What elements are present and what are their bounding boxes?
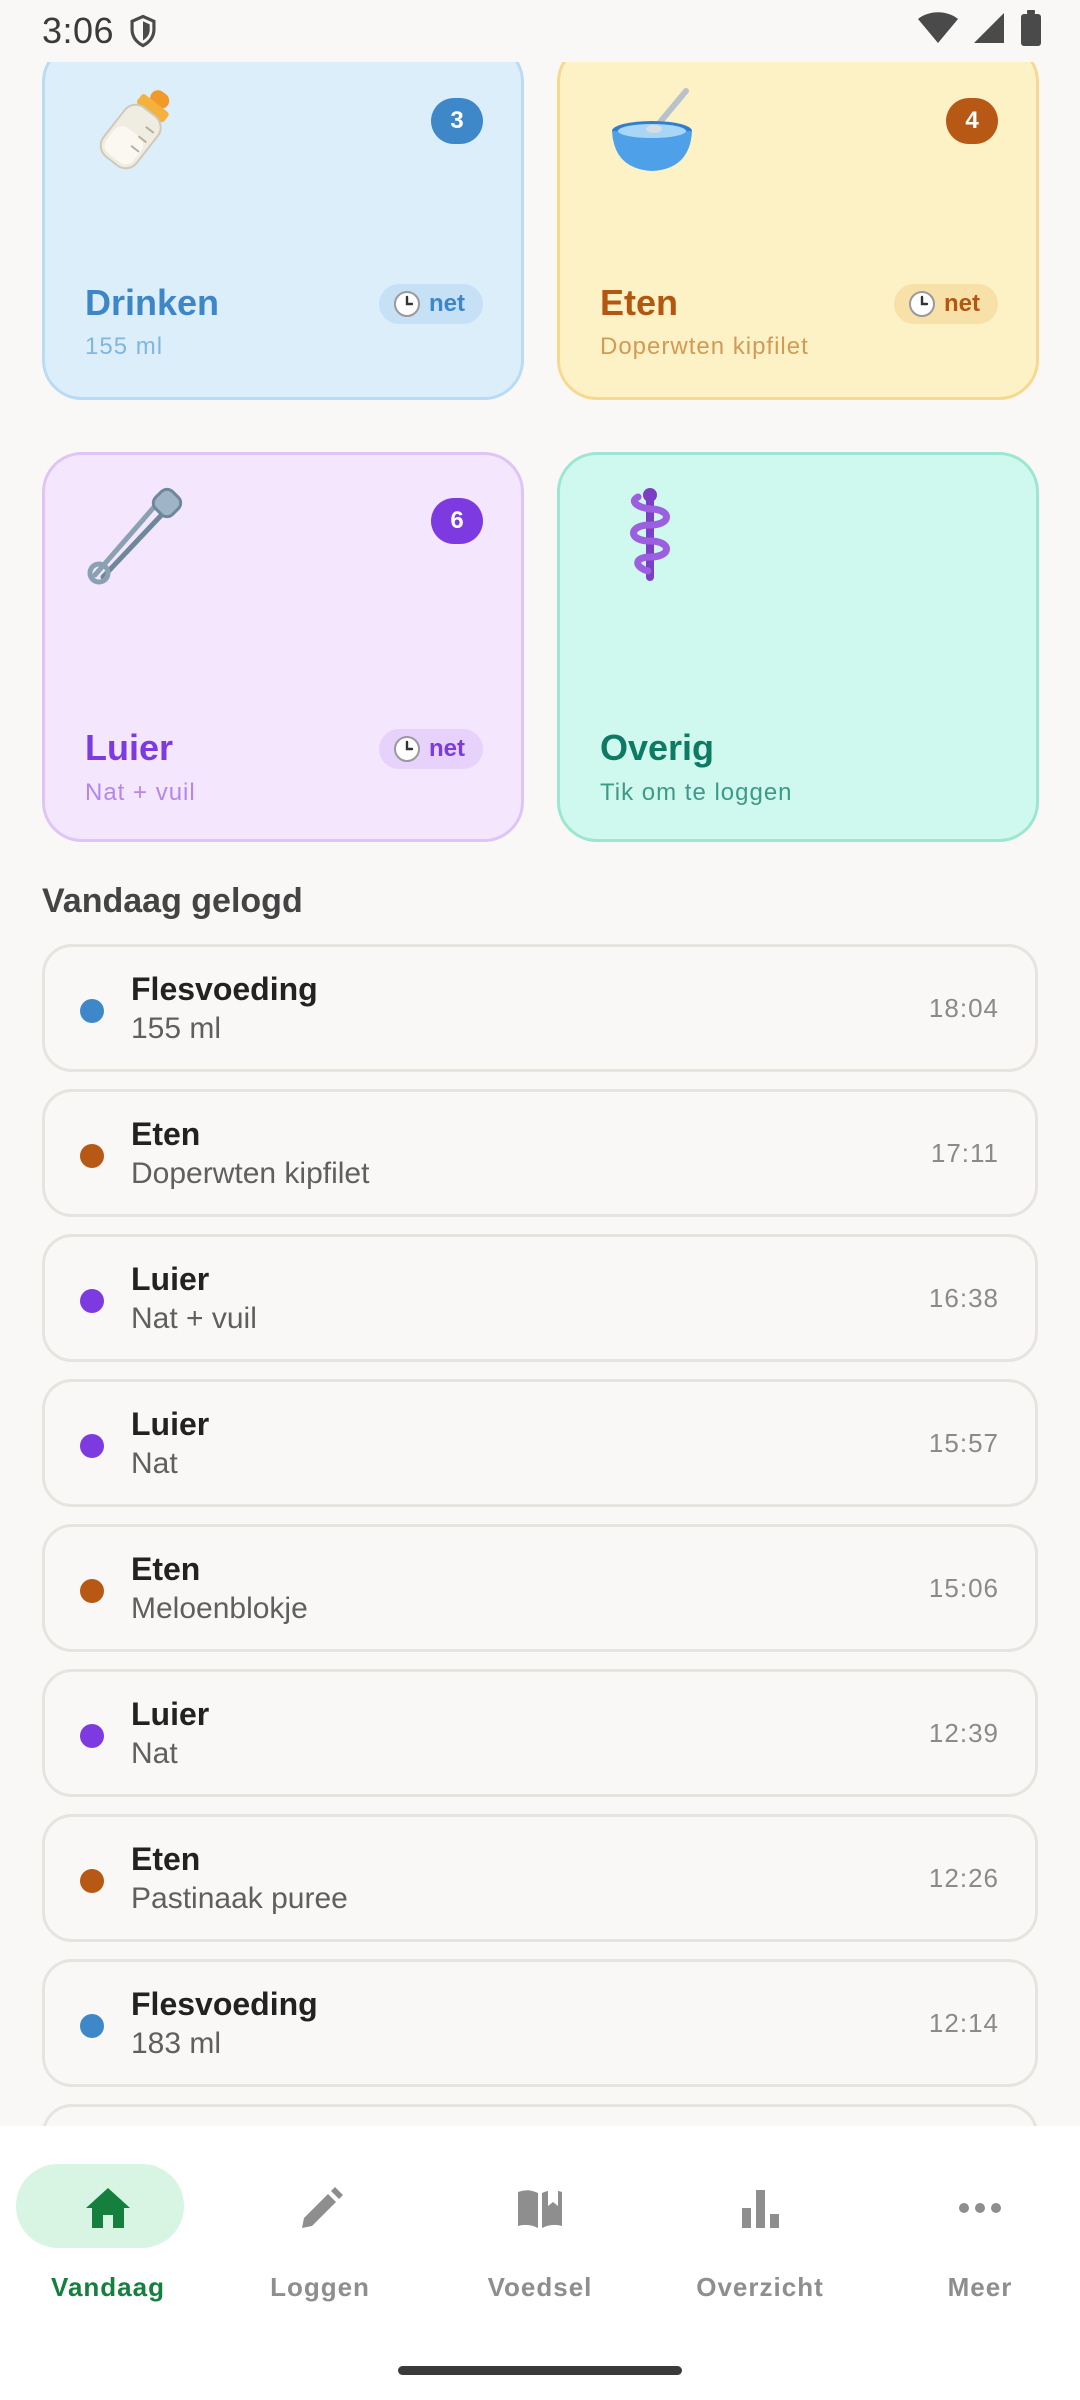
nav-loggen[interactable]: Loggen <box>212 2164 428 2304</box>
status-bar: 3:06 <box>0 0 1080 62</box>
bowl-spoon-icon <box>612 88 692 171</box>
log-item[interactable]: Flesvoeding 155 ml 18:04 <box>42 944 1038 1072</box>
last-logged-chip: net <box>894 284 998 324</box>
tile-drinken[interactable]: 3 Drinken 155 ml net <box>42 62 524 400</box>
log-name: Luier <box>131 1696 210 1732</box>
medical-staff-icon <box>630 488 670 581</box>
log-detail: 183 ml <box>131 2027 222 2060</box>
tile-title: Luier <box>85 727 174 768</box>
log-time: 15:57 <box>928 1428 999 1458</box>
log-item-partial[interactable] <box>42 2104 1038 2126</box>
log-item[interactable]: Eten Pastinaak puree 12:26 <box>42 1814 1038 1942</box>
bottom-nav: Vandaag Loggen Voedsel Overzicht Meer <box>0 2126 1080 2400</box>
more-dots-icon <box>959 2203 1001 2213</box>
log-name: Eten <box>131 1551 201 1587</box>
clock-icon <box>909 291 935 317</box>
nav-label: Voedsel <box>487 2272 593 2302</box>
count-badge: 6 <box>431 498 483 544</box>
pencil-icon <box>302 2187 343 2228</box>
log-name: Eten <box>131 1116 201 1152</box>
log-detail: Nat <box>131 1447 178 1480</box>
home-icon <box>86 2188 130 2228</box>
log-item[interactable]: Luier Nat 12:39 <box>42 1669 1038 1797</box>
status-time: 3:06 <box>42 10 115 51</box>
log-time: 16:38 <box>928 1283 999 1313</box>
category-dot <box>80 1144 104 1168</box>
log-item[interactable]: Eten Doperwten kipfilet 17:11 <box>42 1089 1038 1217</box>
signal-icon <box>974 13 1004 43</box>
log-item[interactable]: Luier Nat + vuil 16:38 <box>42 1234 1038 1362</box>
nav-label: Vandaag <box>51 2272 165 2302</box>
safety-pin-icon <box>87 487 183 585</box>
log-time: 12:26 <box>928 1863 999 1893</box>
nav-label: Loggen <box>270 2272 370 2302</box>
tile-title: Overig <box>600 727 715 768</box>
nav-vandaag[interactable]: Vandaag <box>0 2164 216 2304</box>
count-badge: 4 <box>946 98 998 144</box>
category-dot <box>80 1724 104 1748</box>
log-detail: Pastinaak puree <box>131 1882 348 1915</box>
chip-label: net <box>429 735 465 762</box>
log-list: Flesvoeding 155 ml 18:04 Eten Doperwten … <box>42 944 1038 2126</box>
clock-icon <box>394 291 420 317</box>
log-detail: Nat + vuil <box>131 1302 257 1335</box>
log-detail: 155 ml <box>131 1012 222 1045</box>
tile-subtitle: 155 ml <box>85 333 164 360</box>
log-name: Luier <box>131 1406 210 1442</box>
tile-overig[interactable]: Overig Tik om te loggen <box>557 452 1039 842</box>
tile-title: Eten <box>600 282 679 323</box>
status-icons <box>918 10 1042 46</box>
log-time: 12:14 <box>928 2008 999 2038</box>
log-item[interactable]: Flesvoeding 183 ml 12:14 <box>42 1959 1038 2087</box>
log-item[interactable]: Eten Meloenblokje 15:06 <box>42 1524 1038 1652</box>
log-time: 17:11 <box>930 1138 999 1168</box>
category-dot <box>80 1869 104 1893</box>
book-icon <box>518 2186 562 2228</box>
tile-title: Drinken <box>85 282 220 323</box>
nav-overzicht[interactable]: Overzicht <box>652 2164 868 2304</box>
chip-label: net <box>429 290 465 317</box>
log-detail: Doperwten kipfilet <box>131 1157 370 1190</box>
wifi-icon <box>918 12 958 43</box>
screen: 3:06 3 Drinken 155 ml net 4 Eten Doperwt… <box>0 0 1080 2400</box>
last-logged-chip: net <box>379 729 483 769</box>
bar-chart-icon <box>742 2190 779 2228</box>
chip-label: net <box>944 290 980 317</box>
nav-voedsel[interactable]: Voedsel <box>432 2164 648 2304</box>
log-time: 15:06 <box>928 1573 999 1603</box>
clock-icon <box>394 736 420 762</box>
tile-subtitle: Nat + vuil <box>85 779 196 806</box>
tile-subtitle: Tik om te loggen <box>600 779 793 806</box>
shield-icon <box>130 14 156 48</box>
battery-icon <box>1021 10 1041 46</box>
last-logged-chip: net <box>379 284 483 324</box>
nav-label: Overzicht <box>696 2272 824 2302</box>
category-dot <box>80 1579 104 1603</box>
category-dot <box>80 999 104 1023</box>
section-title: Vandaag gelogd <box>42 882 303 920</box>
nav-meer[interactable]: Meer <box>872 2164 1080 2304</box>
tile-eten[interactable]: 4 Eten Doperwten kipfilet net <box>557 62 1039 400</box>
log-time: 18:04 <box>928 993 999 1023</box>
tile-luier[interactable]: 6 Luier Nat + vuil net <box>42 452 524 842</box>
log-name: Flesvoeding <box>131 971 318 1007</box>
today-scroll-area[interactable]: 3 Drinken 155 ml net 4 Eten Doperwten ki… <box>0 62 1080 2126</box>
log-name: Flesvoeding <box>131 1986 318 2022</box>
tile-subtitle: Doperwten kipfilet <box>600 333 809 360</box>
category-dot <box>80 2014 104 2038</box>
category-dot <box>80 1289 104 1313</box>
baby-bottle-icon <box>99 90 170 170</box>
log-item[interactable]: Luier Nat 15:57 <box>42 1379 1038 1507</box>
category-dot <box>80 1434 104 1458</box>
nav-label: Meer <box>947 2272 1013 2302</box>
log-name: Luier <box>131 1261 210 1297</box>
log-detail: Nat <box>131 1737 178 1770</box>
log-time: 12:39 <box>928 1718 999 1748</box>
log-name: Eten <box>131 1841 201 1877</box>
log-detail: Meloenblokje <box>131 1592 308 1625</box>
home-indicator[interactable] <box>398 2366 682 2375</box>
count-badge: 3 <box>431 98 483 144</box>
